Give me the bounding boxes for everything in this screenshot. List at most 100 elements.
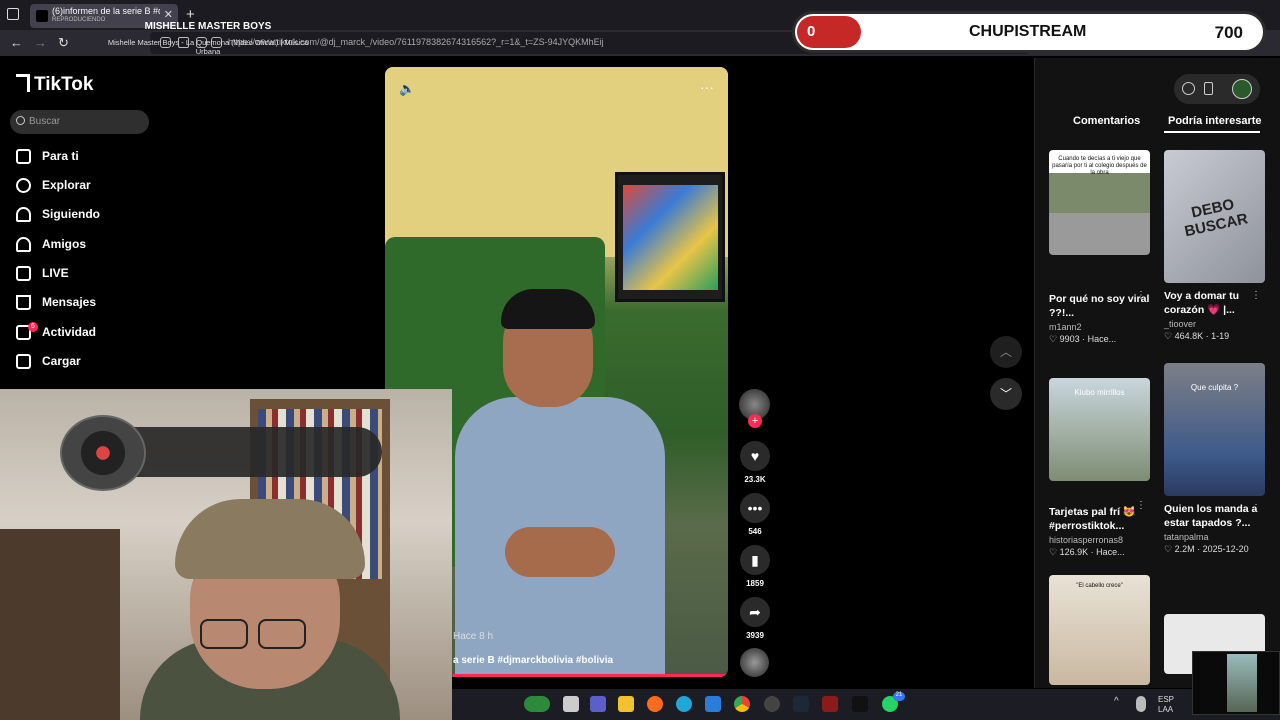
video-post-time: Hace 8 h — [453, 631, 494, 642]
teams-icon[interactable] — [590, 696, 606, 712]
bookmark-icon: ▮ — [740, 545, 770, 575]
nav-label: Mensajes — [42, 295, 97, 309]
tiktok-note-icon — [16, 74, 30, 92]
video-scene-hair — [501, 289, 595, 329]
suggested-video-card[interactable]: "El cabello crece" — [1049, 575, 1150, 685]
webcam-scene-glasses-right — [258, 619, 306, 649]
steam-icon[interactable] — [793, 696, 809, 712]
whatsapp-badge: 21 — [893, 692, 905, 701]
video-thumbnail: Kiubo mirrillos — [1049, 378, 1150, 481]
card-title: Voy a domar tu corazón 💗 |... — [1164, 290, 1240, 316]
now-playing-song: Mishelle Master Boys - La Quemona (Video… — [107, 38, 309, 56]
top-right-icon-group — [1174, 74, 1260, 104]
like-button[interactable]: ♥ 23.3K — [739, 441, 771, 484]
video-thumbnail: Que culpita ? — [1164, 363, 1265, 496]
tab-comentarios[interactable]: Comentarios — [1073, 115, 1140, 127]
app-red-icon[interactable] — [822, 696, 838, 712]
compass-icon — [16, 178, 31, 193]
sound-disc-avatar[interactable] — [740, 648, 769, 677]
share-button[interactable]: ➦ 3939 — [739, 597, 771, 640]
suggested-video-card[interactable]: Kiubo mirrillos Tarjetas pal frí 😻 #perr… — [1049, 378, 1150, 558]
preview-thumbnail — [1227, 654, 1257, 712]
lang-code: ESP — [1158, 695, 1175, 704]
suggested-video-card[interactable]: DEBO BUSCAR Voy a domar tu corazón 💗 |..… — [1164, 150, 1265, 342]
thumbnail-overlay-text: "El cabello crece" — [1076, 583, 1123, 589]
settings-icon[interactable] — [764, 696, 780, 712]
file-explorer-icon[interactable] — [618, 696, 634, 712]
tab-title: (6)informen de la serie B #djma — [52, 6, 160, 16]
reload-icon[interactable]: ↻ — [58, 35, 69, 51]
keyboard-language[interactable]: ESP LAA — [1158, 695, 1174, 715]
card-title: Quien los manda a estar tapados ?... — [1164, 503, 1258, 529]
nav-label: Actividad — [42, 325, 97, 339]
card-more-icon[interactable]: ⋮ — [1136, 500, 1146, 511]
mail-icon[interactable] — [705, 696, 721, 712]
save-button[interactable]: ▮ 1859 — [739, 545, 771, 588]
forward-icon[interactable]: → — [34, 35, 47, 50]
previous-video-button[interactable]: ︿ — [990, 336, 1022, 368]
card-meta: ♡ 2.2M · 2025-12-20 — [1164, 544, 1249, 554]
card-more-icon[interactable]: ⋮ — [1251, 290, 1261, 301]
suggested-video-card[interactable]: Que culpita ? Quien los manda a estar ta… — [1164, 363, 1265, 555]
tiktok-favicon-icon — [36, 10, 48, 22]
tray-overflow-icon[interactable]: ^ — [1114, 696, 1124, 712]
stream-overlay-banner: 0 CHUPISTREAM 700 — [792, 11, 1266, 53]
video-thumbnail: DEBO BUSCAR — [1164, 150, 1265, 283]
follow-plus-icon[interactable]: + — [748, 414, 762, 428]
search-input[interactable]: Buscar — [10, 110, 149, 134]
phone-icon[interactable] — [1204, 82, 1213, 95]
thumbnail-overlay-text: Kiubo mirrillos — [1074, 388, 1125, 397]
logo-text: TikTok — [34, 74, 94, 95]
video-thumbnail: "El cabello crece" — [1049, 575, 1150, 685]
chrome-icon[interactable] — [734, 696, 750, 712]
tab-podria-interesarte[interactable]: Podría interesarte — [1168, 115, 1262, 127]
card-meta: ♡ 126.9K · Hace... — [1049, 547, 1125, 557]
tab-list-icon[interactable] — [7, 8, 19, 20]
tiktok-logo[interactable]: TikTok — [16, 74, 93, 96]
user-follow-icon — [16, 207, 31, 222]
taskbar-preview-window[interactable] — [1192, 651, 1280, 715]
card-meta: ♡ 464.8K · 1-19 — [1164, 331, 1230, 341]
webcam-scene-desk — [0, 529, 120, 720]
next-video-button[interactable]: ﹀ — [990, 378, 1022, 410]
firefox-icon[interactable] — [647, 696, 663, 712]
card-more-icon[interactable]: ⋮ — [1136, 290, 1146, 301]
microphone-icon[interactable] — [1136, 696, 1146, 712]
stream-name: CHUPISTREAM — [969, 23, 1087, 40]
comment-button[interactable]: ••• 546 — [739, 493, 771, 536]
volume-icon[interactable]: 🔈 — [399, 81, 415, 97]
card-author: _tioover — [1164, 319, 1197, 329]
now-playing-artist: MISHELLE MASTER BOYS — [144, 21, 272, 32]
comment-icon: ••• — [740, 493, 770, 523]
close-tab-icon[interactable]: ✕ — [164, 8, 173, 21]
video-progress-bar[interactable] — [453, 674, 728, 677]
card-title: Tarjetas pal frí 😻 #perrostiktok... — [1049, 506, 1136, 532]
search-placeholder: Buscar — [29, 116, 61, 127]
nav-label: Amigos — [42, 237, 87, 251]
back-icon[interactable]: ← — [10, 35, 23, 50]
card-author: historiasperronas8 — [1049, 535, 1124, 545]
explore-icon[interactable] — [1182, 82, 1195, 95]
more-options-icon[interactable]: ··· — [700, 79, 714, 95]
layout-code: LAA — [1158, 705, 1174, 714]
thumbnail-overlay-text: Cuando te decías a ti viejo que pasaría … — [1052, 156, 1147, 176]
tiktok-taskbar-icon[interactable] — [852, 696, 868, 712]
widget-icon[interactable] — [524, 696, 550, 712]
card-more-icon[interactable]: ⋮ — [1251, 503, 1261, 514]
suggested-video-card[interactable]: Cuando te decías a ti viejo que pasaría … — [1049, 150, 1150, 345]
video-caption[interactable]: a serie B #djmarckbolivia #bolivia — [453, 655, 613, 666]
video-scene-hands — [505, 527, 615, 577]
profile-avatar[interactable] — [1232, 79, 1252, 99]
share-icon: ➦ — [740, 597, 770, 627]
card-meta: ♡ 9903 · Hace... — [1049, 334, 1117, 344]
upload-icon — [16, 354, 31, 369]
tab-playing-status: REPRODUCIENDO — [52, 17, 106, 23]
album-disc-icon — [60, 415, 146, 491]
live-icon — [16, 266, 31, 281]
edge-icon[interactable] — [676, 696, 692, 712]
friends-icon — [16, 237, 31, 252]
task-view-icon[interactable] — [563, 696, 579, 712]
webcam-scene-glasses-left — [200, 619, 248, 649]
webcam-scene-cap — [175, 499, 365, 579]
nav-label: Para ti — [42, 149, 79, 163]
